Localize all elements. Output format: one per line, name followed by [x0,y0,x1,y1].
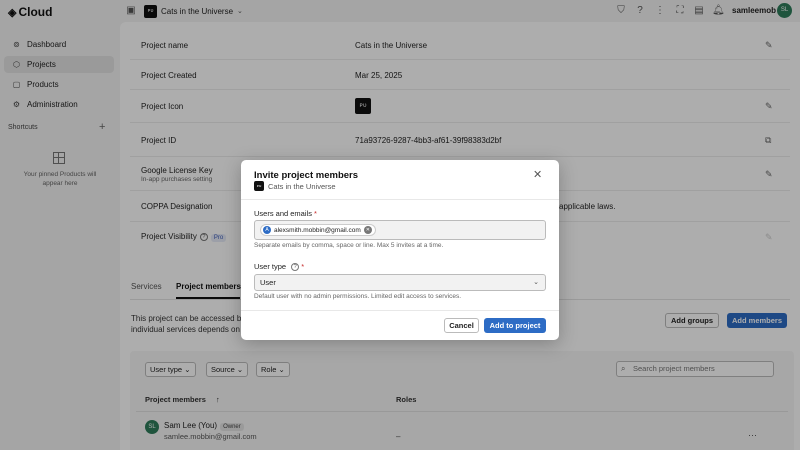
dialog-divider [241,199,559,200]
users-emails-help: Separate emails by comma, space or line.… [254,242,444,249]
help-icon[interactable]: ? [291,263,300,272]
users-emails-label: Users and emails * [254,209,317,218]
users-emails-label-text: Users and emails [254,209,312,218]
add-to-project-button[interactable]: Add to project [484,318,546,333]
chevron-down-icon: ⌄ [533,279,539,286]
user-type-value: User [260,278,276,287]
required-marker: * [314,209,317,218]
chip-email: alexsmith.mobbin@gmail.com [274,226,361,234]
dialog-project-name: Cats in the Universe [268,181,336,191]
user-type-select[interactable]: User ⌄ [254,274,546,291]
cancel-button[interactable]: Cancel [444,318,479,333]
remove-chip-icon[interactable]: ✕ [363,226,372,234]
dialog-title: Invite project members [254,170,359,181]
chip-avatar: A [263,226,271,234]
project-badge-icon: ᴘᴜ [254,181,264,191]
email-chip: A alexsmith.mobbin@gmail.com ✕ [260,224,376,236]
required-marker: * [301,262,305,271]
user-type-label: User type ? * [254,262,305,272]
dialog-project: ᴘᴜ Cats in the Universe [254,181,336,191]
user-type-label-text: User type [254,262,287,271]
dialog-divider [241,310,559,311]
close-icon[interactable]: ✕ [533,168,542,181]
user-type-help: Default user with no admin permissions. … [254,293,462,300]
invite-members-dialog: Invite project members ✕ ᴘᴜ Cats in the … [241,160,559,340]
users-emails-input[interactable]: A alexsmith.mobbin@gmail.com ✕ [254,220,546,240]
